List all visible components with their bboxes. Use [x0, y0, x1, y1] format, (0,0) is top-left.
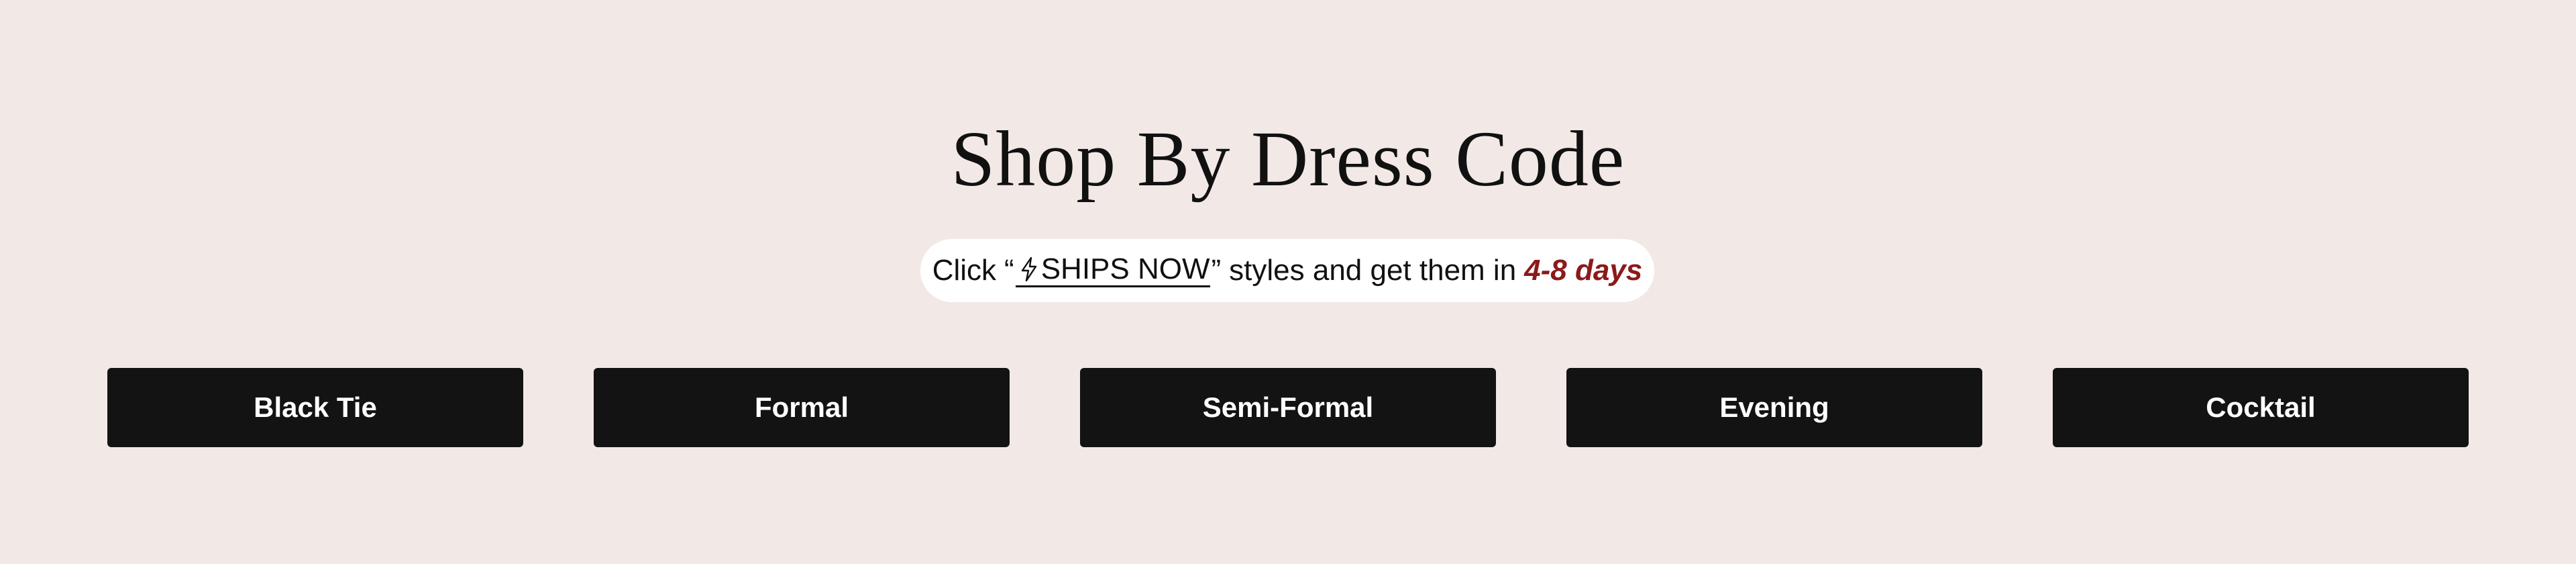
promo-close-quote: ”	[1211, 254, 1222, 287]
dress-code-buttons: Black Tie Formal Semi-Formal Evening Coc…	[0, 368, 2576, 447]
evening-button[interactable]: Evening	[1566, 368, 1982, 447]
semi-formal-button[interactable]: Semi-Formal	[1080, 368, 1496, 447]
promo-prefix: Click	[932, 254, 997, 287]
black-tie-button[interactable]: Black Tie	[107, 368, 523, 447]
shop-by-dress-code-section: Shop By Dress Code Click “ SHIPS NOW ” s…	[0, 0, 2576, 564]
cocktail-button[interactable]: Cocktail	[2053, 368, 2469, 447]
promo-middle-text: styles and get them in	[1229, 254, 1517, 287]
page-title: Shop By Dress Code	[951, 115, 1625, 203]
delivery-days: 4-8 days	[1524, 254, 1643, 287]
ships-now-link[interactable]: SHIPS NOW	[1015, 252, 1210, 287]
promo-open-quote: “	[1004, 254, 1014, 287]
ships-now-promo: Click “ SHIPS NOW ” styles and get them …	[920, 239, 1654, 302]
ships-now-label: SHIPS NOW	[1040, 252, 1210, 285]
formal-button[interactable]: Formal	[594, 368, 1010, 447]
lightning-bolt-icon	[1020, 256, 1038, 282]
